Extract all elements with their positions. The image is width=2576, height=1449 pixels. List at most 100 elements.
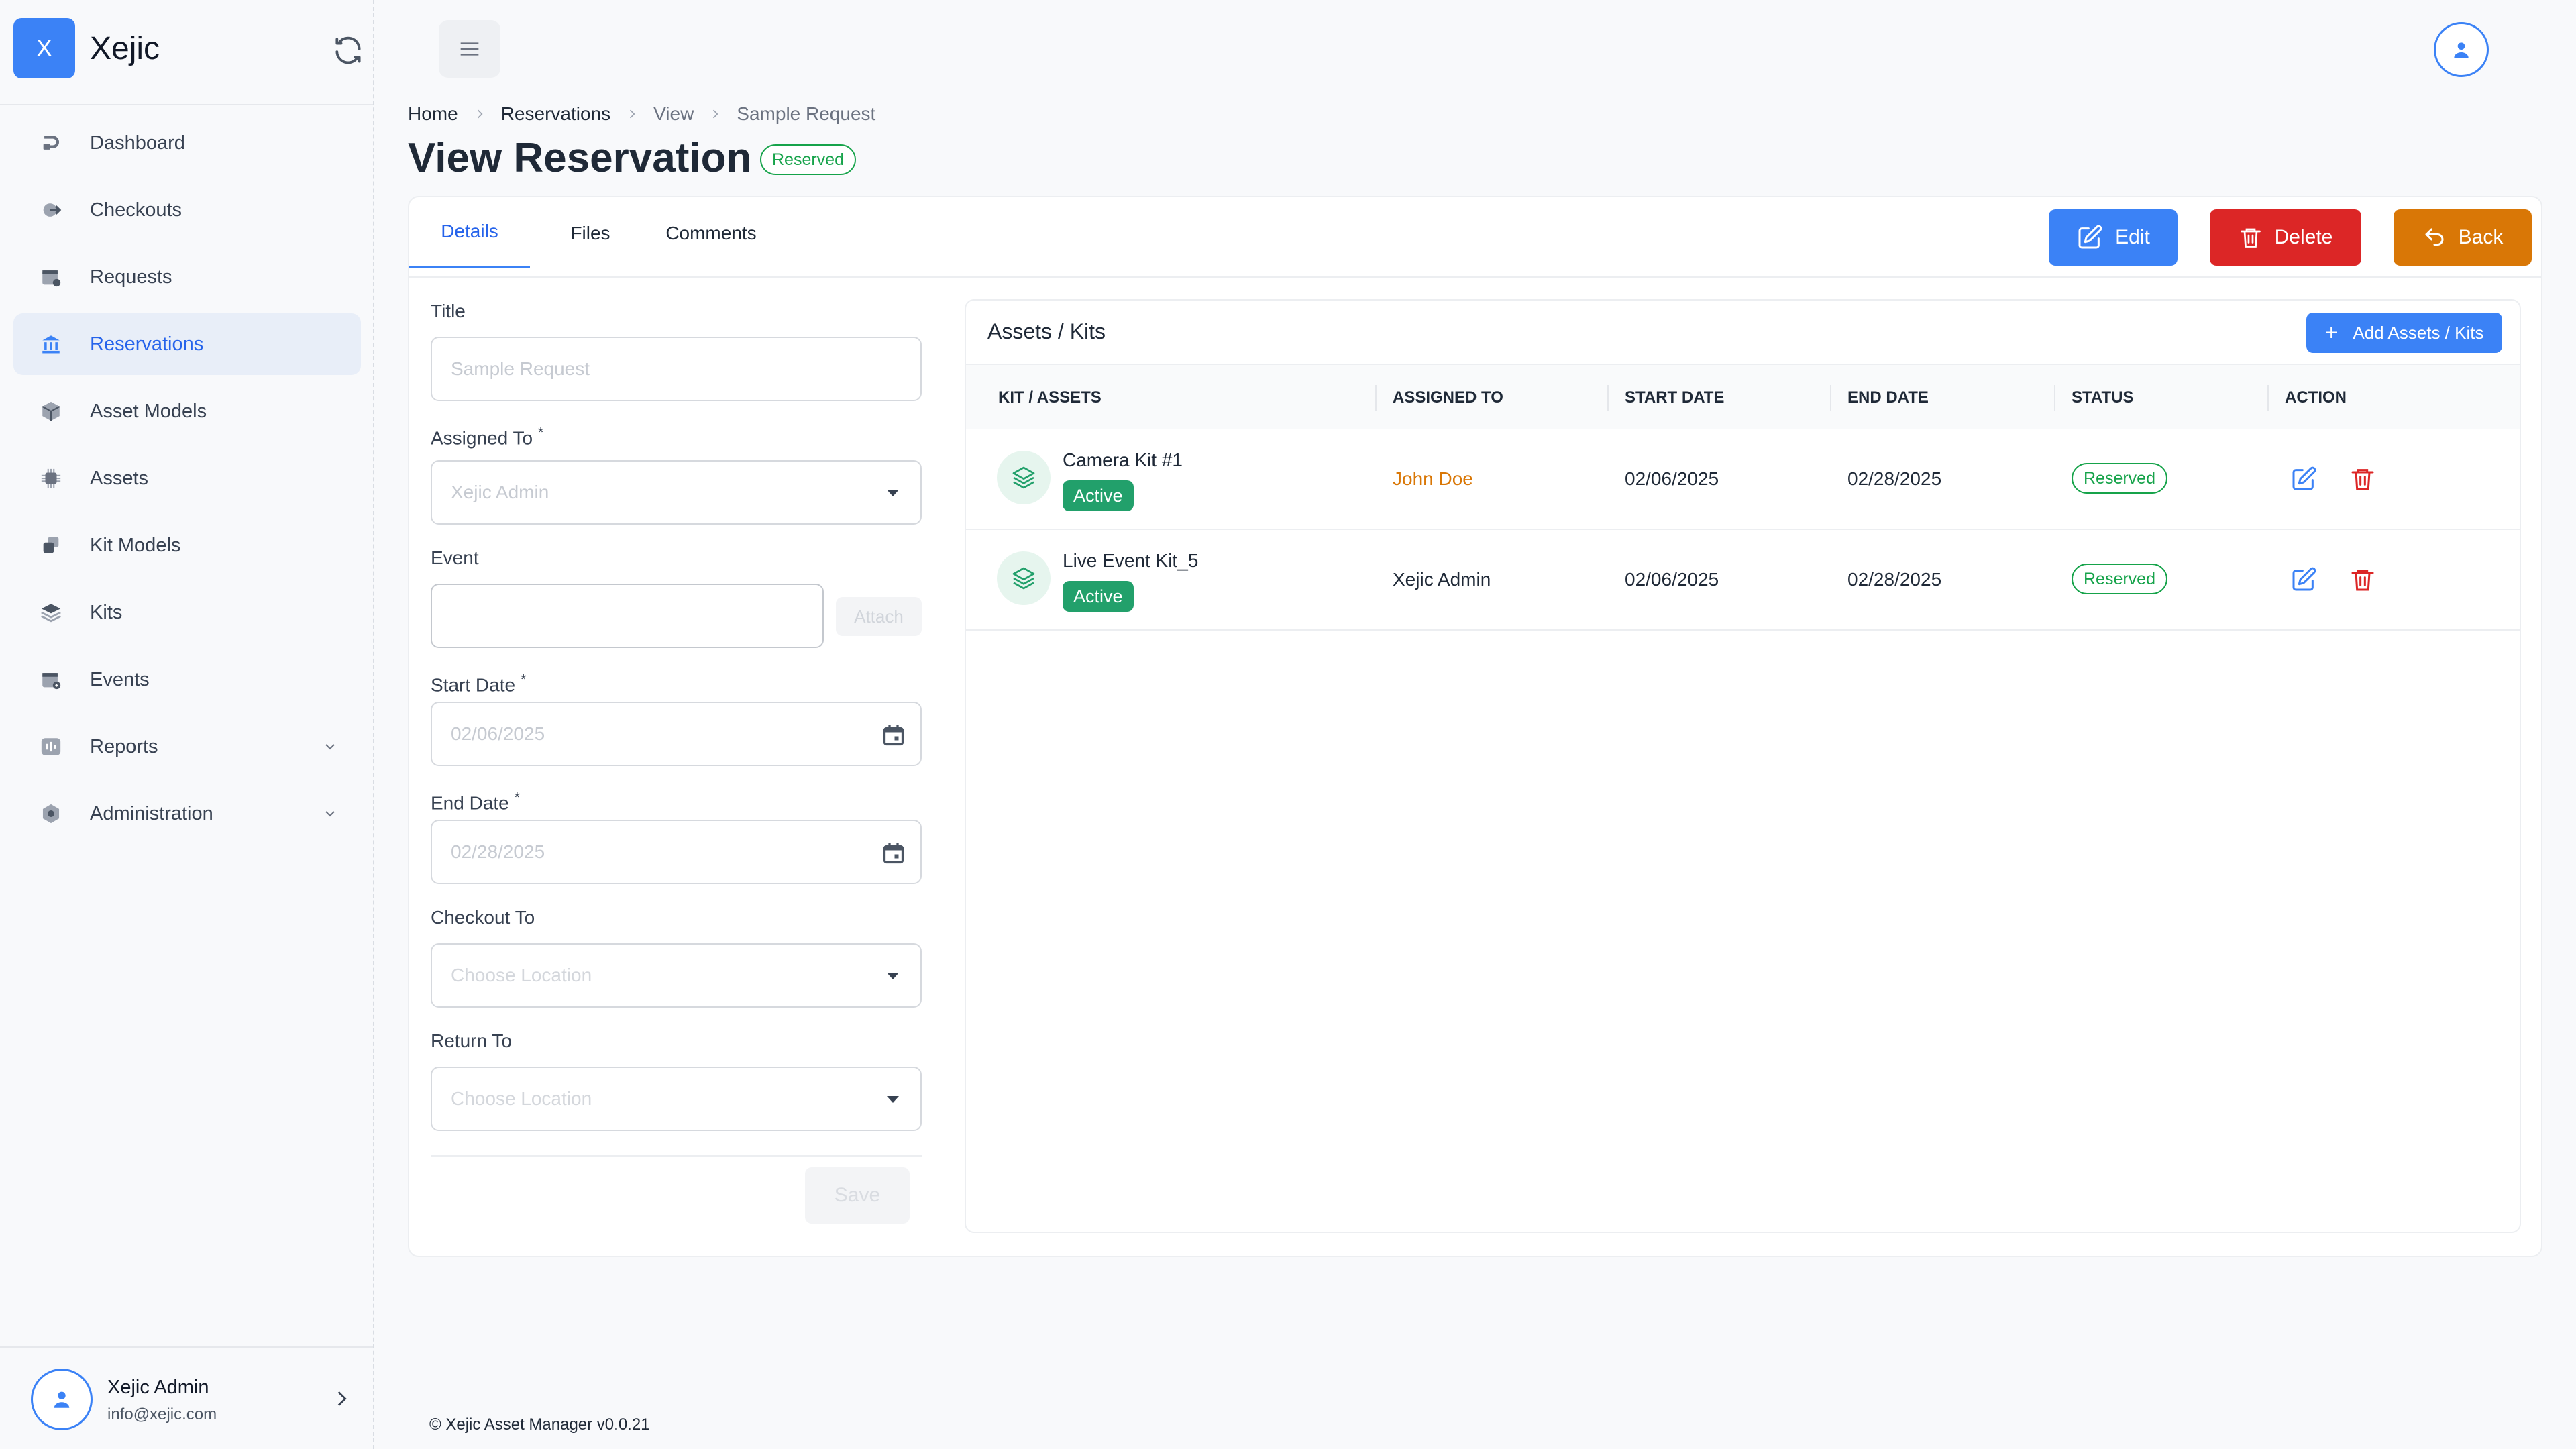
sidebar-item-requests[interactable]: Requests	[13, 246, 361, 308]
user-email: info@xejic.com	[107, 1405, 217, 1424]
column-divider	[2267, 385, 2269, 411]
sidebar-item-kits[interactable]: Kits	[13, 582, 361, 643]
checkout-to-select[interactable]: Choose Location	[431, 943, 922, 1008]
calendar-icon[interactable]	[881, 840, 906, 867]
sidebar-item-label: Reports	[90, 735, 158, 757]
status-badge: Reserved	[2072, 564, 2167, 594]
sidebar-item-label: Assets	[90, 467, 149, 489]
sidebar-item-asset-models[interactable]: Asset Models	[13, 380, 361, 442]
menu-toggle-button[interactable]	[439, 20, 500, 78]
sidebar-item-label: Kits	[90, 601, 123, 623]
kit-name[interactable]: Live Event Kit_5	[1063, 550, 1198, 572]
breadcrumb-reservations[interactable]: Reservations	[501, 103, 610, 125]
column-header-end: END DATE	[1847, 388, 1929, 407]
column-header-status: STATUS	[2072, 388, 2134, 407]
kit-icon	[997, 551, 1051, 605]
chevron-right-icon	[473, 107, 486, 121]
trash-icon[interactable]	[2349, 566, 2376, 593]
tab-details[interactable]: Details	[409, 197, 530, 268]
chevron-right-icon	[708, 107, 722, 121]
edit-button-label: Edit	[2115, 226, 2150, 248]
kit-icon	[997, 451, 1051, 504]
layers-icon	[1012, 567, 1035, 590]
breadcrumb-home[interactable]: Home	[408, 103, 458, 125]
delete-button[interactable]: Delete	[2210, 209, 2361, 266]
back-button[interactable]: Back	[2394, 209, 2532, 266]
add-assets-button[interactable]: + Add Assets / Kits	[2306, 313, 2502, 353]
chevron-down-icon	[325, 744, 335, 750]
assigned-to-cell: Xejic Admin	[1393, 569, 1491, 590]
tab-comments[interactable]: Comments	[651, 197, 771, 270]
end-date-cell: 02/28/2025	[1847, 569, 1942, 590]
report-icon	[39, 735, 63, 759]
layers-icon	[1012, 466, 1035, 489]
sidebar-item-kit-models[interactable]: Kit Models	[13, 515, 361, 576]
start-date-cell: 02/06/2025	[1625, 468, 1719, 489]
end-date-input[interactable]: 02/28/2025	[431, 820, 922, 884]
sidebar-item-administration[interactable]: Administration	[13, 783, 361, 845]
column-divider	[2054, 385, 2055, 411]
attach-button[interactable]: Attach	[836, 597, 922, 636]
chevron-right-icon[interactable]	[330, 1387, 353, 1410]
trash-icon[interactable]	[2349, 466, 2376, 492]
avatar	[31, 1368, 93, 1430]
footer-copyright: © Xejic Asset Manager v0.0.21	[429, 1415, 650, 1434]
back-button-label: Back	[2458, 226, 2504, 248]
caret-down-icon	[887, 490, 899, 496]
admin-icon	[39, 802, 63, 826]
assigned-to-select[interactable]: Xejic Admin	[431, 460, 922, 525]
brand-name: Xejic	[90, 30, 160, 66]
sidebar-item-label: Kit Models	[90, 534, 181, 556]
assets-panel-title: Assets / Kits	[987, 319, 1106, 343]
column-header-start: START DATE	[1625, 388, 1725, 407]
sidebar-user[interactable]: Xejic Admin info@xejic.com	[31, 1368, 366, 1430]
tab-files[interactable]: Files	[543, 197, 637, 270]
layers-icon	[39, 600, 63, 625]
assigned-to-link[interactable]: John Doe	[1393, 468, 1473, 490]
sidebar-item-assets[interactable]: Assets	[13, 447, 361, 509]
caret-down-icon	[887, 1096, 899, 1103]
building-icon	[39, 332, 63, 356]
calendar-icon[interactable]	[881, 722, 906, 749]
edit-icon[interactable]	[2290, 566, 2317, 593]
page-title: View Reservation	[408, 135, 752, 181]
sidebar-item-dashboard[interactable]: Dashboard	[13, 112, 361, 174]
brand[interactable]: X Xejic	[13, 18, 160, 78]
kit-model-icon	[39, 533, 63, 557]
sidebar-item-reservations[interactable]: Reservations	[13, 313, 361, 375]
chevron-right-icon	[625, 107, 639, 121]
column-divider	[1607, 385, 1609, 411]
brand-logo: X	[13, 18, 75, 78]
sidebar-item-label: Events	[90, 668, 150, 690]
return-to-placeholder: Choose Location	[451, 1088, 592, 1109]
profile-avatar-button[interactable]	[2434, 22, 2489, 77]
sidebar-item-checkouts[interactable]: Checkouts	[13, 179, 361, 241]
assets-panel: Assets / Kits + Add Assets / Kits KIT / …	[965, 299, 2521, 1233]
sidebar-item-label: Checkouts	[90, 199, 182, 221]
undo-icon	[2425, 228, 2444, 246]
edit-icon[interactable]	[2290, 466, 2317, 492]
kit-name[interactable]: Camera Kit #1	[1063, 449, 1183, 471]
user-icon	[2454, 42, 2469, 58]
table-row: Live Event Kit_5 Active Xejic Admin 02/0…	[966, 530, 2520, 631]
checkout-to-label: Checkout To	[431, 907, 535, 928]
edit-button[interactable]: Edit	[2049, 209, 2178, 266]
event-input[interactable]	[431, 584, 824, 648]
caret-down-icon	[887, 973, 899, 979]
title-input[interactable]: Sample Request	[431, 337, 922, 401]
save-button[interactable]: Save	[805, 1167, 910, 1224]
sidebar-item-label: Administration	[90, 802, 213, 824]
sidebar-item-events[interactable]: Events	[13, 649, 361, 710]
return-to-select[interactable]: Choose Location	[431, 1067, 922, 1131]
event-icon	[39, 667, 63, 692]
user-icon	[54, 1391, 70, 1408]
column-header-action: ACTION	[2285, 388, 2347, 407]
cube-icon	[39, 399, 63, 423]
title-label: Title	[431, 301, 466, 321]
column-divider	[1830, 385, 1831, 411]
start-date-input[interactable]: 02/06/2025	[431, 702, 922, 766]
refresh-icon[interactable]	[331, 34, 365, 67]
sidebar-item-reports[interactable]: Reports	[13, 716, 361, 777]
assigned-to-label: Assigned To *	[431, 424, 544, 449]
sidebar-item-label: Requests	[90, 266, 172, 288]
